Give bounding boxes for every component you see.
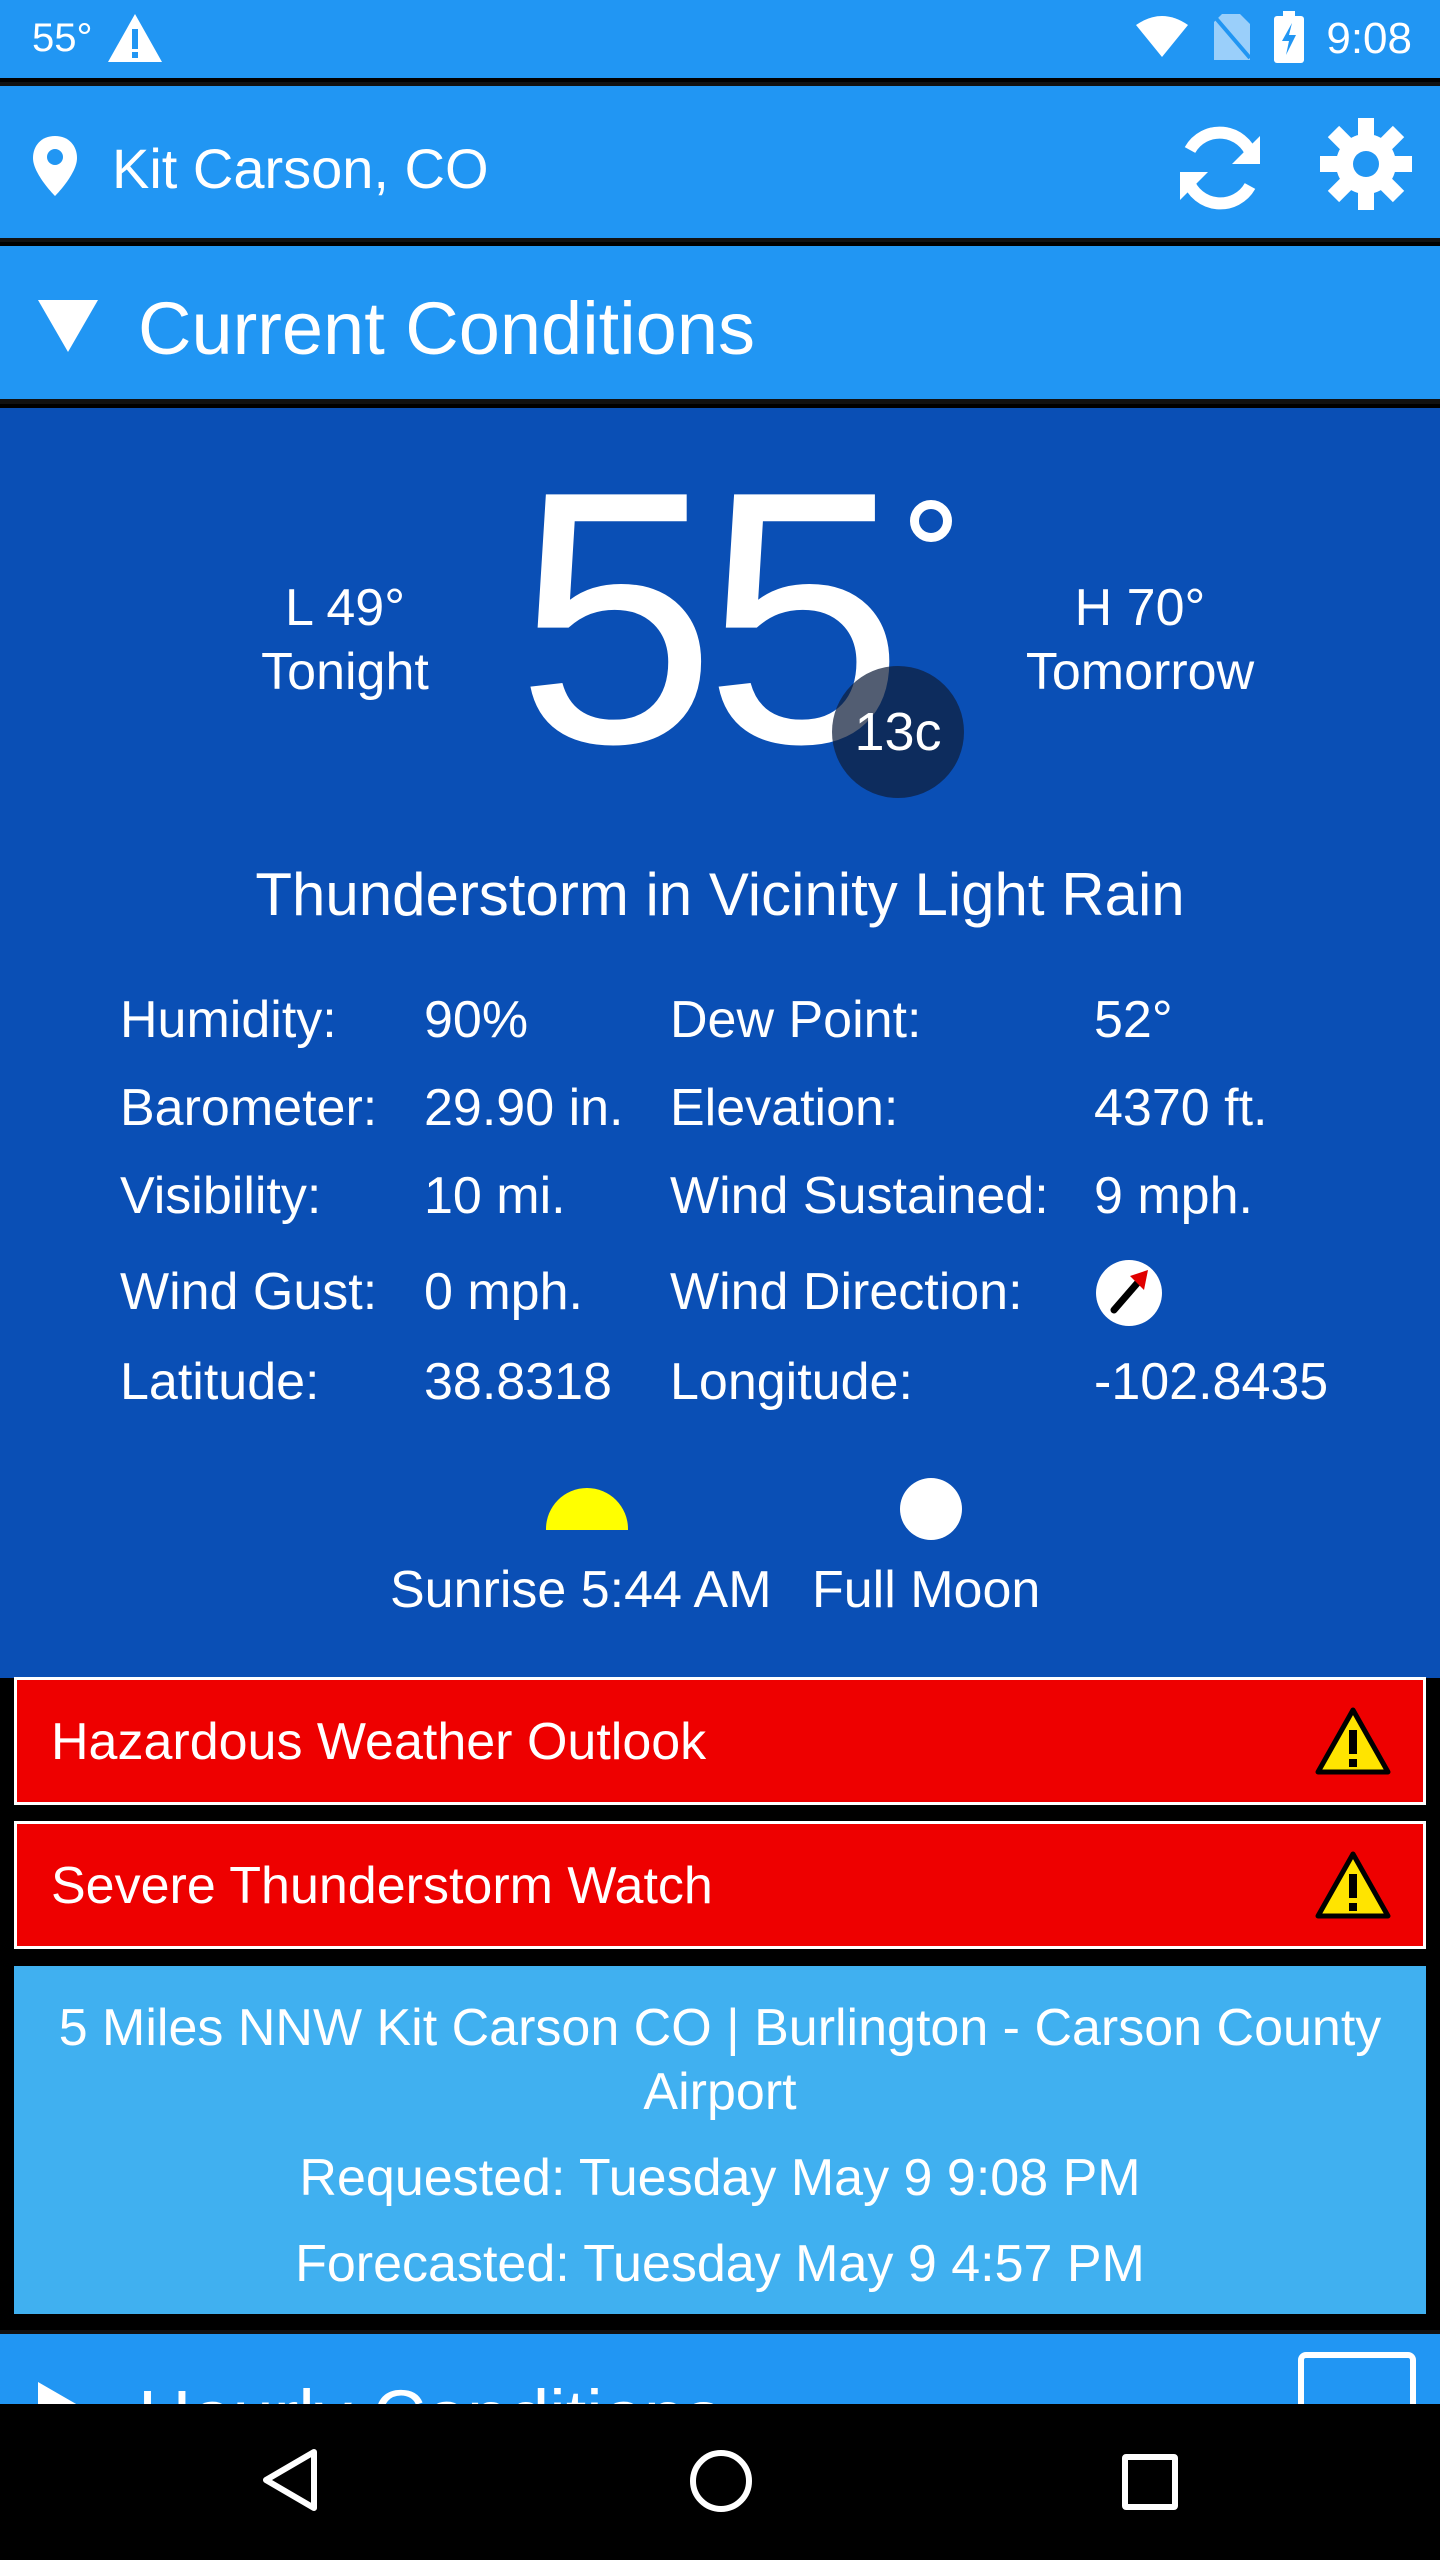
gear-icon[interactable] [1318, 116, 1414, 217]
detail-value: 9 mph. [1094, 1167, 1253, 1225]
refresh-icon[interactable] [1172, 120, 1268, 221]
high-temp-when: Tomorrow [1025, 643, 1255, 701]
detail-value: -102.8435 [1094, 1353, 1329, 1411]
recent-apps-icon[interactable] [1122, 2454, 1178, 2510]
no-sim-icon [1212, 12, 1252, 67]
alert-notification-icon [106, 12, 164, 69]
hourly-conditions-header[interactable]: Hourly Conditions [0, 2330, 1440, 2404]
forecasted-time: Forecasted: Tuesday May 9 4:57 PM [295, 2235, 1145, 2293]
alert-label: Severe Thunderstorm Watch [51, 1857, 713, 1915]
weather-description: Thunderstorm in Vicinity Light Rain [255, 861, 1185, 928]
status-time: 9:08 [1326, 14, 1412, 63]
degree-symbol [910, 500, 952, 542]
detail-value: 10 mi. [424, 1167, 566, 1225]
current-conditions-panel: L 49° Tonight 55 13c H 70° Tomorrow Thun… [0, 408, 1440, 1678]
high-temp: H 70° Tomorrow [990, 576, 1290, 704]
detail-label: Visibility: [120, 1167, 322, 1225]
back-icon[interactable] [262, 2448, 318, 2517]
expand-triangle-icon [36, 2380, 92, 2404]
low-temp-when: Tonight [261, 643, 429, 701]
detail-label: Longitude: [670, 1353, 913, 1411]
wifi-icon [1134, 15, 1190, 64]
station-info: 5 Miles NNW Kit Carson CO | Burlington -… [14, 1966, 1426, 2314]
detail-label: Wind Direction: [670, 1263, 1023, 1321]
high-temp-value: H 70° [1074, 579, 1206, 637]
low-temp: L 49° Tonight [220, 576, 470, 704]
alert-severe-thunderstorm[interactable]: Severe Thunderstorm Watch [14, 1821, 1426, 1949]
requested-time: Requested: Tuesday May 9 9:08 PM [299, 2149, 1141, 2207]
sunrise-time: Sunrise 5:44 AM [390, 1561, 772, 1619]
detail-value: 52° [1094, 991, 1173, 1049]
detail-value: 29.90 in. [424, 1079, 624, 1137]
detail-label: Elevation: [670, 1079, 899, 1137]
section-title: Current Conditions [138, 287, 755, 370]
moon-phase: Full Moon [812, 1561, 1041, 1619]
battery-charging-icon [1274, 10, 1305, 68]
sunrise-icon [546, 1488, 628, 1530]
navigation-bar [0, 2404, 1440, 2560]
detail-value: 4370 ft. [1094, 1079, 1268, 1137]
status-temp: 55° [32, 16, 93, 60]
location-name[interactable]: Kit Carson, CO [112, 136, 489, 201]
full-moon-icon [900, 1478, 962, 1540]
station-name: 5 Miles NNW Kit Carson CO | Burlington -… [58, 1999, 1382, 2121]
detail-label: Wind Sustained: [670, 1167, 1049, 1225]
section-title: Hourly Conditions [138, 2374, 722, 2404]
detail-label: Latitude: [120, 1353, 320, 1411]
image-icon[interactable] [1298, 2352, 1416, 2404]
detail-label: Barometer: [120, 1079, 378, 1137]
alert-hazardous-weather[interactable]: Hazardous Weather Outlook [14, 1677, 1426, 1805]
warning-icon [1315, 1850, 1391, 1925]
detail-value: 0 mph. [424, 1263, 583, 1321]
location-pin-icon [30, 134, 80, 203]
celsius-badge[interactable]: 13c [832, 666, 964, 798]
detail-label: Dew Point: [670, 991, 922, 1049]
home-icon[interactable] [690, 2450, 752, 2512]
collapse-triangle-icon [36, 298, 100, 359]
detail-value: 38.8318 [424, 1353, 612, 1411]
detail-label: Wind Gust: [120, 1263, 378, 1321]
wind-direction-icon [1096, 1260, 1162, 1326]
location-bar: Kit Carson, CO [0, 82, 1440, 242]
low-temp-value: L 49° [284, 579, 406, 637]
detail-value: 90% [424, 991, 529, 1049]
alert-label: Hazardous Weather Outlook [51, 1713, 707, 1771]
warning-icon [1315, 1706, 1391, 1781]
status-bar: 55° 9:08 [0, 0, 1440, 78]
current-conditions-header[interactable]: Current Conditions [0, 246, 1440, 404]
detail-label: Humidity: [120, 991, 337, 1049]
